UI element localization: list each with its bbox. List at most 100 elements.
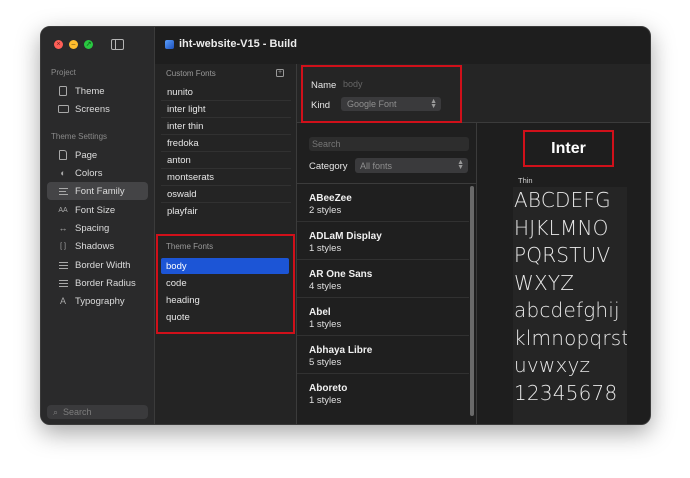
font-name: Aboreto (309, 383, 348, 394)
kind-select-value: Google Font (347, 99, 397, 109)
font-family-icon (57, 187, 69, 195)
palette-icon: ◐ (60, 168, 66, 178)
sidebar-item-label: Page (75, 149, 98, 161)
border-width-icon (57, 261, 69, 269)
custom-font-item[interactable]: montserats (161, 169, 291, 186)
font-list-item[interactable]: ADLaM Display 1 styles (297, 222, 469, 260)
sidebar-item-label: Theme (75, 85, 105, 97)
window-title-text: iht-website-V15 - Build (179, 38, 297, 50)
font-styles-count: 1 styles (309, 395, 342, 406)
font-name: ABeeZee (309, 193, 352, 204)
font-preview-panel: Inter Thin ABCDEFG HJKLMNO PQRSTUV WXYZ … (478, 123, 650, 424)
sidebar-item-label: Typography (75, 295, 125, 307)
sidebar-item-label: Screens (75, 103, 110, 115)
kind-label: Kind (311, 100, 331, 111)
screens-icon (57, 105, 69, 113)
custom-font-item[interactable]: fredoka (161, 135, 291, 152)
section-label-project: Project (51, 68, 76, 77)
sidebar-item-spacing[interactable]: ↔ Spacing (47, 219, 148, 237)
minimize-window-button[interactable]: – (69, 40, 78, 49)
custom-font-item[interactable]: inter light (161, 101, 291, 118)
preview-sample: ABCDEFG HJKLMNO PQRSTUV WXYZ abcdefghij … (513, 187, 627, 424)
sidebar-item-screens[interactable]: Screens (47, 100, 148, 118)
fonts-list-panel: Custom Fonts + nunito inter light inter … (155, 64, 297, 424)
shadows-icon: [ ] (60, 242, 66, 250)
chevron-updown-icon: ▲ ▼ (457, 159, 464, 171)
zoom-window-button[interactable]: ↗ (84, 40, 93, 49)
sidebar-item-label: Border Width (75, 259, 131, 271)
font-name: ADLaM Display (309, 231, 382, 242)
sample-line: uvwxyz (514, 353, 591, 377)
font-name: Abel (309, 307, 331, 318)
sidebar-item-border-radius[interactable]: Border Radius (47, 274, 148, 292)
custom-fonts-header: Custom Fonts (166, 69, 216, 78)
font-list: ABeeZee 2 styles ADLaM Display 1 styles … (297, 183, 476, 424)
custom-font-item[interactable]: playfair (161, 203, 291, 220)
font-styles-count: 1 styles (309, 319, 342, 330)
sidebar-item-label: Font Size (75, 204, 116, 216)
sidebar-item-label: Shadows (75, 240, 115, 252)
font-styles-count: 5 styles (309, 357, 342, 368)
sidebar-item-theme[interactable]: Theme (47, 82, 148, 100)
sidebar-item-typography[interactable]: A Typography (47, 292, 148, 310)
typography-icon: A (59, 296, 66, 306)
window-controls: × – ↗ (54, 40, 93, 49)
app-icon (165, 39, 174, 49)
category-select-value: All fonts (360, 160, 393, 171)
theme-font-item-code[interactable]: code (161, 275, 289, 291)
category-select[interactable]: All fonts ▲ ▼ (355, 158, 468, 173)
custom-font-item[interactable]: anton (161, 152, 291, 169)
font-list-item[interactable]: AR One Sans 4 styles (297, 260, 469, 298)
chevron-updown-icon: ▲ ▼ (430, 98, 437, 110)
sample-line: ABCDEFG (514, 188, 611, 212)
theme-icon (57, 86, 69, 96)
sidebar-item-label: Font Family (75, 185, 125, 197)
sample-line: klmnopqrst (514, 325, 627, 350)
sidebar-item-shadows[interactable]: [ ] Shadows (47, 237, 148, 255)
font-browser: Search Category All fonts ▲ ▼ ABeeZee 2 s… (297, 123, 477, 424)
page-icon (57, 150, 69, 160)
kind-select[interactable]: Google Font ▲ ▼ (341, 97, 441, 111)
font-search-input[interactable]: Search (309, 137, 469, 151)
sidebar-item-font-size[interactable]: AA Font Size (47, 201, 148, 219)
font-list-item[interactable]: Abhaya Libre 5 styles (297, 336, 469, 374)
sidebar-search-field[interactable]: ⌕ Search (47, 405, 148, 419)
category-label: Category (309, 161, 348, 172)
font-details-panel: Name body Kind Google Font ▲ ▼ (297, 64, 650, 123)
close-window-button[interactable]: × (54, 40, 63, 49)
sidebar-toggle-icon[interactable] (111, 39, 124, 50)
sidebar-item-page[interactable]: Page (47, 146, 148, 164)
sidebar-item-label: Colors (75, 167, 103, 179)
theme-font-item-heading[interactable]: heading (161, 292, 289, 308)
sidebar-item-label: Spacing (75, 222, 110, 234)
app-window: × – ↗ Project Theme Screens Theme Settin… (40, 26, 651, 425)
search-icon: ⌕ (53, 406, 59, 417)
font-styles-count: 1 styles (309, 243, 342, 254)
name-field[interactable]: body (343, 79, 363, 89)
sample-line: abcdefghij (514, 298, 620, 322)
preview-font-name: Inter (523, 130, 614, 167)
sidebar-item-label: Border Radius (75, 277, 136, 289)
border-radius-icon (57, 279, 69, 287)
details-highlight (301, 65, 462, 123)
font-size-icon: AA (58, 206, 68, 214)
spacing-icon: ↔ (58, 223, 68, 233)
font-name: Abhaya Libre (309, 345, 373, 356)
sidebar-item-border-width[interactable]: Border Width (47, 256, 148, 274)
name-label: Name (311, 80, 337, 91)
sample-line: WXYZ (514, 270, 575, 295)
custom-font-item[interactable]: oswald (161, 186, 291, 203)
sidebar-item-colors[interactable]: ◐ Colors (47, 164, 148, 182)
font-styles-count: 4 styles (309, 281, 342, 292)
add-font-button[interactable]: + (276, 69, 284, 77)
theme-font-item-quote[interactable]: quote (161, 309, 289, 325)
font-list-item[interactable]: ABeeZee 2 styles (297, 184, 469, 222)
font-list-item[interactable]: Abel 1 styles (297, 298, 469, 336)
theme-font-item-body[interactable]: body (161, 258, 289, 274)
sidebar-item-font-family[interactable]: Font Family (47, 182, 148, 200)
font-list-item[interactable]: Aboreto 1 styles (297, 374, 469, 412)
custom-font-item[interactable]: nunito (161, 84, 291, 101)
font-list-scrollbar[interactable] (470, 186, 474, 416)
custom-font-item[interactable]: inter thin (161, 118, 291, 135)
window-title: iht-website-V15 - Build (165, 38, 297, 50)
